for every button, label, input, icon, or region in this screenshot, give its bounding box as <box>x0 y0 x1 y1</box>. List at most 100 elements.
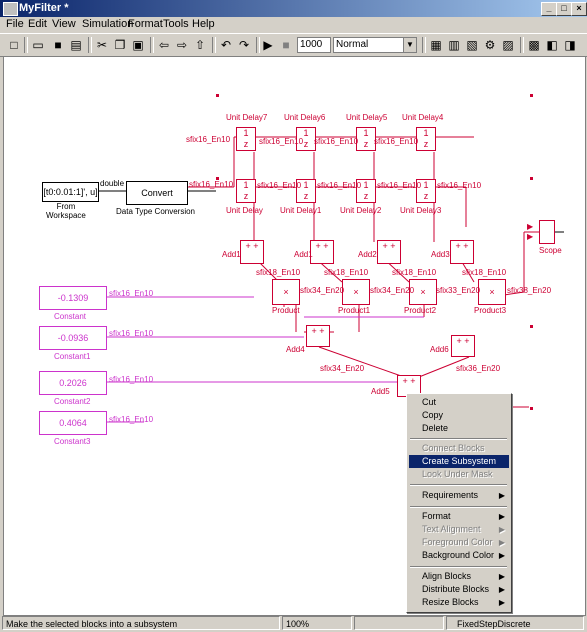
menu-file[interactable]: File <box>6 18 24 30</box>
menu-view[interactable]: View <box>52 18 76 30</box>
product3-block[interactable]: × <box>478 279 506 305</box>
constant3-block[interactable]: 0.4064 <box>39 411 107 435</box>
signal-label-top3: sfix16_En10 <box>314 137 359 146</box>
menu-item-create-subsystem[interactable]: Create Subsystem <box>409 455 509 468</box>
menu-item-connect-blocks[interactable]: Connect Blocks <box>409 442 509 455</box>
stop-time-input[interactable]: 1000 <box>297 37 331 53</box>
const-signal-label-4: sfix16_En10 <box>109 415 154 424</box>
back-icon[interactable]: ⇦ <box>156 37 172 53</box>
unit-delay7-label: Unit Delay7 <box>226 113 268 122</box>
signal-label-mid1: sfix16_En10 <box>257 181 302 190</box>
data-type-conversion-block[interactable]: Convert <box>126 181 188 205</box>
from-workspace-block[interactable]: [t0:0.01:1]', u] <box>42 182 99 202</box>
constant3-label: Constant3 <box>54 437 91 446</box>
add1b-block[interactable]: + + <box>310 240 334 264</box>
open-folder-icon[interactable]: ▭ <box>30 37 46 53</box>
menu-item-requirements[interactable]: Requirements ▶ <box>409 489 509 502</box>
print-icon[interactable]: ▤ <box>68 37 84 53</box>
add4-block[interactable]: + + <box>306 325 330 347</box>
minimize-button[interactable]: _ <box>541 2 557 16</box>
selection-handle[interactable] <box>216 177 219 180</box>
new-model-icon[interactable]: □ <box>6 37 22 53</box>
scope-input-icon: ▶ <box>527 222 534 231</box>
copy-icon[interactable]: ❐ <box>112 37 128 53</box>
start-simulation-icon[interactable]: ▶ <box>260 37 276 53</box>
submenu-arrow-icon: ▶ <box>498 572 505 581</box>
menu-item-align-blocks[interactable]: Align Blocks ▶ <box>409 570 509 583</box>
menu-tools[interactable]: Tools <box>163 18 189 30</box>
unit-delay4-block[interactable]: 1z <box>416 127 436 151</box>
model-explorer-icon[interactable]: ▥ <box>446 37 462 53</box>
menu-format[interactable]: Format <box>128 18 163 30</box>
menu-item-distribute-blocks[interactable]: Distribute Blocks ▶ <box>409 583 509 596</box>
add6-block[interactable]: + + <box>451 335 475 357</box>
constant-block[interactable]: -0.1309 <box>39 286 107 310</box>
menu-item-cut[interactable]: Cut <box>409 396 509 409</box>
submenu-arrow-icon: ▶ <box>498 538 505 547</box>
save-icon[interactable]: ■ <box>50 37 66 53</box>
menu-item-resize-blocks[interactable]: Resize Blocks ▶ <box>409 596 509 609</box>
up-icon[interactable]: ⇧ <box>192 37 208 53</box>
const-signal-label-2: sfix16_En10 <box>109 329 154 338</box>
constant2-block[interactable]: 0.2026 <box>39 371 107 395</box>
menu-simulation[interactable]: Simulation <box>82 18 133 30</box>
profiler-icon[interactable]: ◨ <box>562 37 578 53</box>
add3-block[interactable]: + + <box>450 240 474 264</box>
paste-icon[interactable]: ▣ <box>130 37 146 53</box>
unit-delay4-label: Unit Delay4 <box>402 113 444 122</box>
menu-item-text-alignment[interactable]: Text Alignment ▶ <box>409 523 509 536</box>
maximize-button[interactable]: □ <box>556 2 572 16</box>
cut-icon[interactable]: ✂ <box>94 37 110 53</box>
selection-handle[interactable] <box>216 94 219 97</box>
menu-item-copy[interactable]: Copy <box>409 409 509 422</box>
signal-label-mid2: sfix16_En10 <box>317 181 362 190</box>
model-advisor-icon[interactable]: ▨ <box>500 37 516 53</box>
undo-icon[interactable]: ↶ <box>218 37 234 53</box>
scope-input2-icon: ▶ <box>527 232 534 241</box>
unit-delay7-block[interactable]: 1z <box>236 127 256 151</box>
from-workspace-value: [t0:0.01:1]', u] <box>43 187 98 197</box>
signal-label-add4: sfix18_En10 <box>462 268 507 277</box>
unit-delay6-label: Unit Delay6 <box>284 113 326 122</box>
add3-label: Add3 <box>431 250 450 259</box>
simulation-mode-select[interactable]: Normal ▼ <box>333 37 417 53</box>
window-title: MyFilter * <box>19 2 69 14</box>
selection-handle[interactable] <box>530 94 533 97</box>
selection-handle[interactable] <box>530 407 533 410</box>
forward-icon[interactable]: ⇨ <box>174 37 190 53</box>
stop-simulation-icon[interactable]: ■ <box>278 37 294 53</box>
build-icon[interactable]: ▩ <box>526 37 542 53</box>
menu-separator <box>410 438 507 440</box>
submenu-arrow-icon: ▶ <box>498 525 505 534</box>
redo-icon[interactable]: ↷ <box>236 37 252 53</box>
signal-label-prod4: sfix38_En20 <box>507 286 552 295</box>
product-block[interactable]: × <box>272 279 300 305</box>
menu-item-delete[interactable]: Delete <box>409 422 509 435</box>
product1-block[interactable]: × <box>342 279 370 305</box>
debugger-icon[interactable]: ▧ <box>464 37 480 53</box>
selection-handle[interactable] <box>530 325 533 328</box>
menu-edit[interactable]: Edit <box>28 18 47 30</box>
selection-handle[interactable] <box>530 177 533 180</box>
library-browser-icon[interactable]: ▦ <box>428 37 444 53</box>
fixed-point-icon[interactable]: ◧ <box>544 37 560 53</box>
menu-item-foreground-color[interactable]: Foreground Color ▶ <box>409 536 509 549</box>
menu-item-look-under-mask[interactable]: Look Under Mask <box>409 468 509 481</box>
add5-label: Add5 <box>371 387 390 396</box>
unit-delay5-block[interactable]: 1z <box>356 127 376 151</box>
add2-block[interactable]: + + <box>377 240 401 264</box>
close-button[interactable]: × <box>571 2 587 16</box>
settings-icon[interactable]: ⚙ <box>482 37 498 53</box>
chevron-down-icon[interactable]: ▼ <box>403 38 416 52</box>
constant1-block[interactable]: -0.0936 <box>39 326 107 350</box>
menu-separator <box>410 566 507 568</box>
add1-block[interactable]: + + <box>240 240 264 264</box>
unit-delay-block[interactable]: 1z <box>236 179 256 203</box>
menu-help[interactable]: Help <box>192 18 215 30</box>
menu-item-format[interactable]: Format ▶ <box>409 510 509 523</box>
constant1-label: Constant1 <box>54 352 91 361</box>
unit-delay3-label: Unit Delay3 <box>400 206 442 215</box>
scope-block[interactable] <box>539 220 555 244</box>
dtc-value: Convert <box>141 188 173 198</box>
menu-item-background-color[interactable]: Background Color ▶ <box>409 549 509 562</box>
